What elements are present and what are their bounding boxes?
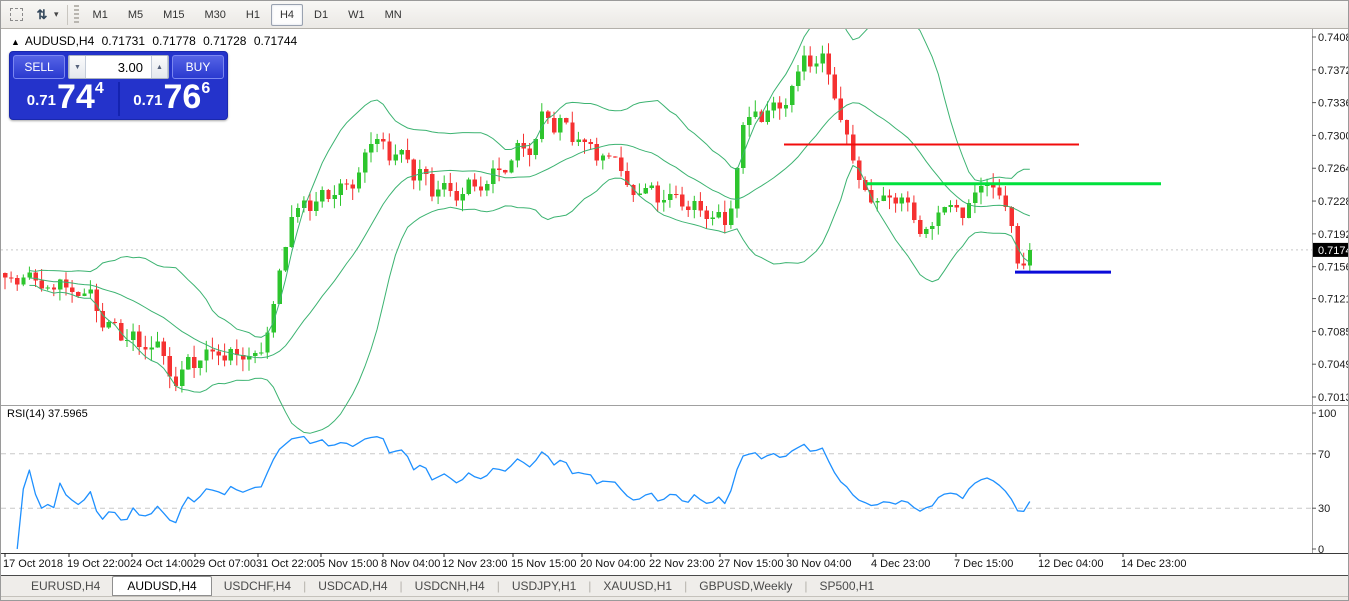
toolbar-grip: [74, 5, 79, 25]
time-tick-label: 17 Oct 2018: [3, 558, 63, 570]
sell-price-big: 74: [57, 83, 95, 113]
chart-tab-audusd-h4[interactable]: AUDUSD,H4: [112, 576, 211, 596]
volume-input[interactable]: [86, 56, 151, 78]
price-tick-label: 0.70490: [1318, 359, 1349, 371]
timeframe-button-w1[interactable]: W1: [339, 4, 374, 26]
panel-collapse-icon[interactable]: ▲: [11, 37, 20, 47]
price-tick-label: 0.73000: [1318, 130, 1349, 142]
time-tick-label: 4 Dec 23:00: [871, 558, 930, 570]
time-tick-label: 29 Oct 07:00: [193, 558, 256, 570]
chart-tab-xauusd-h1[interactable]: XAUUSD,H1: [591, 577, 684, 595]
timeframe-button-m5[interactable]: M5: [119, 4, 152, 26]
time-tick-label: 22 Nov 23:00: [649, 558, 714, 570]
chart-tab-usdchf-h4[interactable]: USDCHF,H4: [212, 577, 303, 595]
price-tick-label: 0.70850: [1318, 326, 1349, 338]
chart-tab-sp500-h1[interactable]: SP500,H1: [808, 577, 887, 595]
price-tick-label: 0.71560: [1318, 262, 1349, 274]
selection-rectangle-icon[interactable]: [5, 4, 27, 26]
sell-price-pip: 4: [95, 80, 104, 98]
sell-price-prefix: 0.71: [27, 92, 56, 109]
rsi-tick-label: 100: [1318, 408, 1336, 420]
timeframe-button-m30[interactable]: M30: [196, 4, 235, 26]
rsi-indicator-label: RSI(14) 37.5965: [7, 408, 88, 420]
price-axis[interactable]: 0.74080 0.73720 0.73360 0.73000 0.72640 0.722…: [1312, 32, 1349, 404]
chart-tabs-bar: EURUSD,H4AUDUSD,H4USDCHF,H4|USDCAD,H4|US…: [1, 576, 1349, 596]
time-tick-label: 8 Nov 04:00: [381, 558, 440, 570]
volume-stepper: ▼ ▲: [68, 55, 169, 79]
timeframe-button-d1[interactable]: D1: [305, 4, 337, 26]
buy-button[interactable]: BUY: [172, 55, 224, 79]
rsi-tick-label: 70: [1318, 449, 1330, 461]
time-tick-label: 24 Oct 14:00: [130, 558, 193, 570]
price-tick-label: 0.74080: [1318, 32, 1349, 44]
ohlc-open: 0.71731: [102, 34, 145, 48]
time-tick-label: 20 Nov 04:00: [580, 558, 645, 570]
buy-price-pip: 6: [201, 80, 210, 98]
chart-tab-gbpusd-weekly[interactable]: GBPUSD,Weekly: [687, 577, 804, 595]
sell-price-display[interactable]: 0.71 74 4: [13, 82, 120, 116]
sell-button[interactable]: SELL: [13, 55, 65, 79]
price-tick-label: 0.71210: [1318, 294, 1349, 306]
bottom-strip: [1, 596, 1349, 601]
time-tick-label: 7 Dec 15:00: [954, 558, 1013, 570]
chart-title: ▲ AUDUSD,H4 0.71731 0.71778 0.71728 0.717…: [11, 34, 301, 48]
indicators-icon[interactable]: ⇅: [31, 4, 53, 26]
price-tick-label: 0.73720: [1318, 65, 1349, 77]
timeframe-button-h4[interactable]: H4: [271, 4, 303, 26]
time-tick-label: 12 Dec 04:00: [1038, 558, 1103, 570]
chart-tab-usdjpy-h1[interactable]: USDJPY,H1: [500, 577, 588, 595]
time-tick-label: 30 Nov 04:00: [786, 558, 851, 570]
current-price-marker: 0.71744: [1, 243, 1349, 257]
rsi-axis: 100 70 30 0: [1312, 408, 1336, 556]
time-tick-label: 14 Dec 23:00: [1121, 558, 1186, 570]
time-tick-label: 5 Nov 15:00: [319, 558, 378, 570]
price-tick-label: 0.70130: [1318, 392, 1349, 404]
volume-decrease-button[interactable]: ▼: [69, 56, 86, 78]
ohlc-close: 0.71744: [254, 34, 297, 48]
time-tick-label: 31 Oct 22:00: [256, 558, 319, 570]
price-tick-label: 0.71920: [1318, 229, 1349, 241]
time-tick-label: 27 Nov 15:00: [718, 558, 783, 570]
ohlc-high: 0.71778: [152, 34, 195, 48]
timeframe-buttons: M1M5M15M30H1H4D1W1MN: [83, 4, 412, 26]
chart-tab-eurusd-h4[interactable]: EURUSD,H4: [19, 577, 112, 595]
chart-tab-usdcnh-h4[interactable]: USDCNH,H4: [403, 577, 497, 595]
ohlc-low: 0.71728: [203, 34, 246, 48]
timeframe-button-h1[interactable]: H1: [237, 4, 269, 26]
toolbar: ⇅ ▾ M1M5M15M30H1H4D1W1MN: [1, 1, 1349, 29]
one-click-trading-panel: SELL ▼ ▲ BUY 0.71 74 4 0.71 76 6: [9, 51, 228, 120]
chart-tab-usdcad-h4[interactable]: USDCAD,H4: [306, 577, 399, 595]
time-tick-label: 15 Nov 15:00: [511, 558, 576, 570]
rsi-tick-label: 0: [1318, 544, 1324, 556]
buy-price-prefix: 0.71: [133, 92, 162, 109]
timeframe-button-m15[interactable]: M15: [154, 4, 193, 26]
time-tick-label: 12 Nov 23:00: [442, 558, 507, 570]
current-price-tag: 0.71744: [1318, 245, 1349, 257]
time-axis[interactable]: 17 Oct 2018 19 Oct 22:0024 Oct 14:0029 Oc…: [3, 553, 1186, 570]
buy-price-big: 76: [163, 83, 201, 113]
price-tick-label: 0.72640: [1318, 163, 1349, 175]
price-tick-label: 0.73360: [1318, 98, 1349, 110]
toolbar-separator: [67, 5, 68, 25]
price-tick-label: 0.72280: [1318, 196, 1349, 208]
timeframe-button-mn[interactable]: MN: [376, 4, 411, 26]
mt4-window: ⇅ ▾ M1M5M15M30H1H4D1W1MN ▲ AUDUSD,H4 0.71…: [0, 0, 1349, 601]
horizontal-trend-lines[interactable]: [784, 145, 1161, 273]
rsi-tick-label: 30: [1318, 503, 1330, 515]
time-tick-label: 19 Oct 22:00: [67, 558, 130, 570]
volume-increase-button[interactable]: ▲: [151, 56, 168, 78]
symbol-period: AUDUSD,H4: [25, 34, 94, 48]
buy-price-display[interactable]: 0.71 76 6: [120, 82, 225, 116]
indicators-dropdown-caret-icon[interactable]: ▾: [54, 9, 59, 20]
timeframe-button-m1[interactable]: M1: [84, 4, 117, 26]
